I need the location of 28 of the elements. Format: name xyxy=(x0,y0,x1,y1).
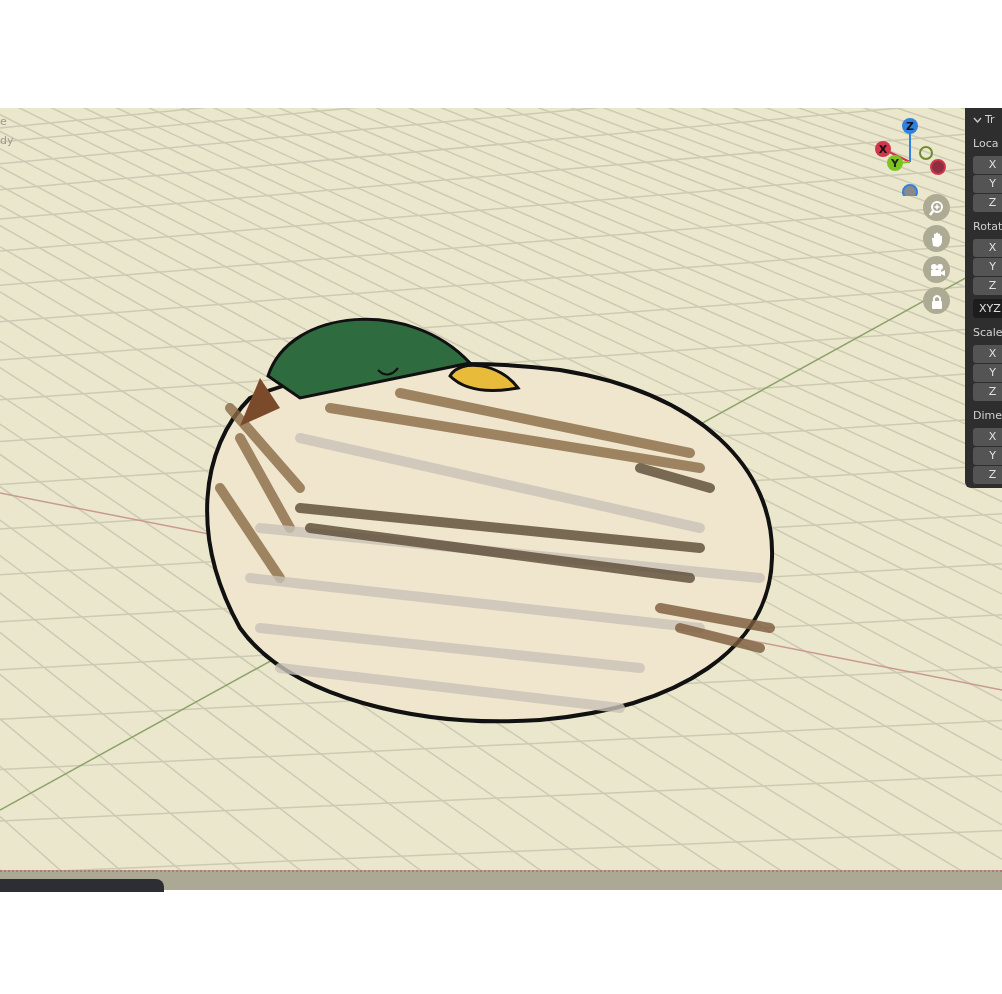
group-label: Rotat xyxy=(973,220,1002,234)
viewport-info-text: dy xyxy=(0,135,14,146)
video-camera-icon xyxy=(928,261,945,278)
number-field[interactable]: X xyxy=(973,428,1002,446)
number-field[interactable]: X xyxy=(973,345,1002,363)
group-label: Loca xyxy=(973,137,1000,151)
number-field[interactable]: Z xyxy=(973,466,1002,484)
number-field[interactable]: Y xyxy=(973,364,1002,382)
viewport-info-text: e xyxy=(0,116,7,127)
magnifier-icon xyxy=(928,199,945,216)
number-field[interactable]: Y xyxy=(973,258,1002,276)
number-field[interactable]: Y xyxy=(973,447,1002,465)
group-label: Scale xyxy=(973,326,1002,340)
number-field[interactable]: X xyxy=(973,156,1002,174)
axis-gizmo[interactable]: Z X Y xyxy=(870,116,950,196)
panel-title[interactable]: Tr xyxy=(985,111,995,129)
number-field[interactable]: Z xyxy=(973,383,1002,401)
rotation-mode-dropdown[interactable]: XYZ xyxy=(973,299,1002,318)
lock-view-button[interactable] xyxy=(923,287,950,314)
chevron-icon[interactable] xyxy=(973,117,982,123)
pan-view-button[interactable] xyxy=(923,225,950,252)
number-field[interactable]: X xyxy=(973,239,1002,257)
group-label: Dime xyxy=(973,409,1002,423)
number-field[interactable]: Z xyxy=(973,277,1002,295)
number-field[interactable]: Y xyxy=(973,175,1002,193)
number-field[interactable]: Z xyxy=(973,194,1002,212)
zoom-view-button[interactable] xyxy=(923,194,950,221)
camera-view-button[interactable] xyxy=(923,256,950,283)
